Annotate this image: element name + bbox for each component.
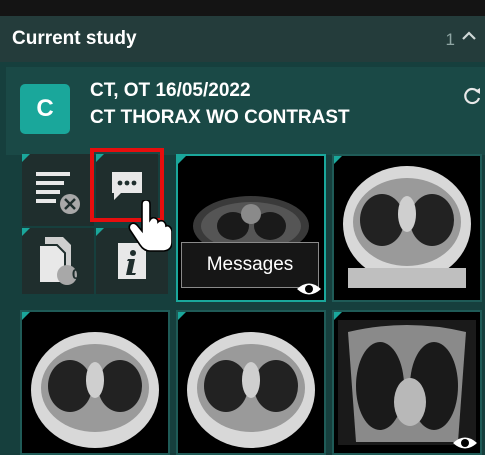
status-marker [334, 312, 342, 320]
status-marker [178, 156, 186, 164]
status-marker [22, 312, 30, 320]
eye-icon [453, 437, 477, 449]
modality-avatar: C [20, 84, 70, 134]
ct-axial-image [31, 332, 159, 448]
status-marker [22, 154, 30, 162]
refresh-icon[interactable] [461, 85, 483, 107]
hand-pointer-icon [128, 200, 172, 252]
status-marker [96, 154, 104, 162]
panel-title: Current study [12, 28, 137, 49]
status-marker [178, 312, 186, 320]
panel-header[interactable]: Current study 1 [0, 16, 485, 62]
chevron-up-icon[interactable] [459, 26, 479, 46]
study-modality-date: CT, OT 16/05/2022 [90, 80, 251, 101]
series-thumbnail-3[interactable] [20, 310, 170, 455]
ct-coronal-image [338, 320, 476, 445]
report-list-button[interactable] [22, 154, 94, 226]
study-description: CT THORAX WO CONTRAST [90, 107, 350, 128]
status-marker [22, 228, 30, 236]
documents-badge: 0 [71, 266, 81, 283]
ct-axial-image [187, 332, 315, 448]
series-thumbnail-2[interactable] [332, 154, 482, 302]
documents-button[interactable]: 0 [22, 228, 94, 294]
eye-icon [297, 283, 321, 295]
list-close-icon [36, 172, 80, 214]
study-count: 1 [445, 30, 455, 49]
status-marker [334, 156, 342, 164]
series-thumbnail-4[interactable] [176, 310, 326, 455]
ct-axial-image [343, 166, 471, 288]
status-marker [96, 228, 104, 236]
study-card[interactable]: C CT, OT 16/05/2022 CT THORAX WO CONTRAS… [6, 67, 485, 155]
